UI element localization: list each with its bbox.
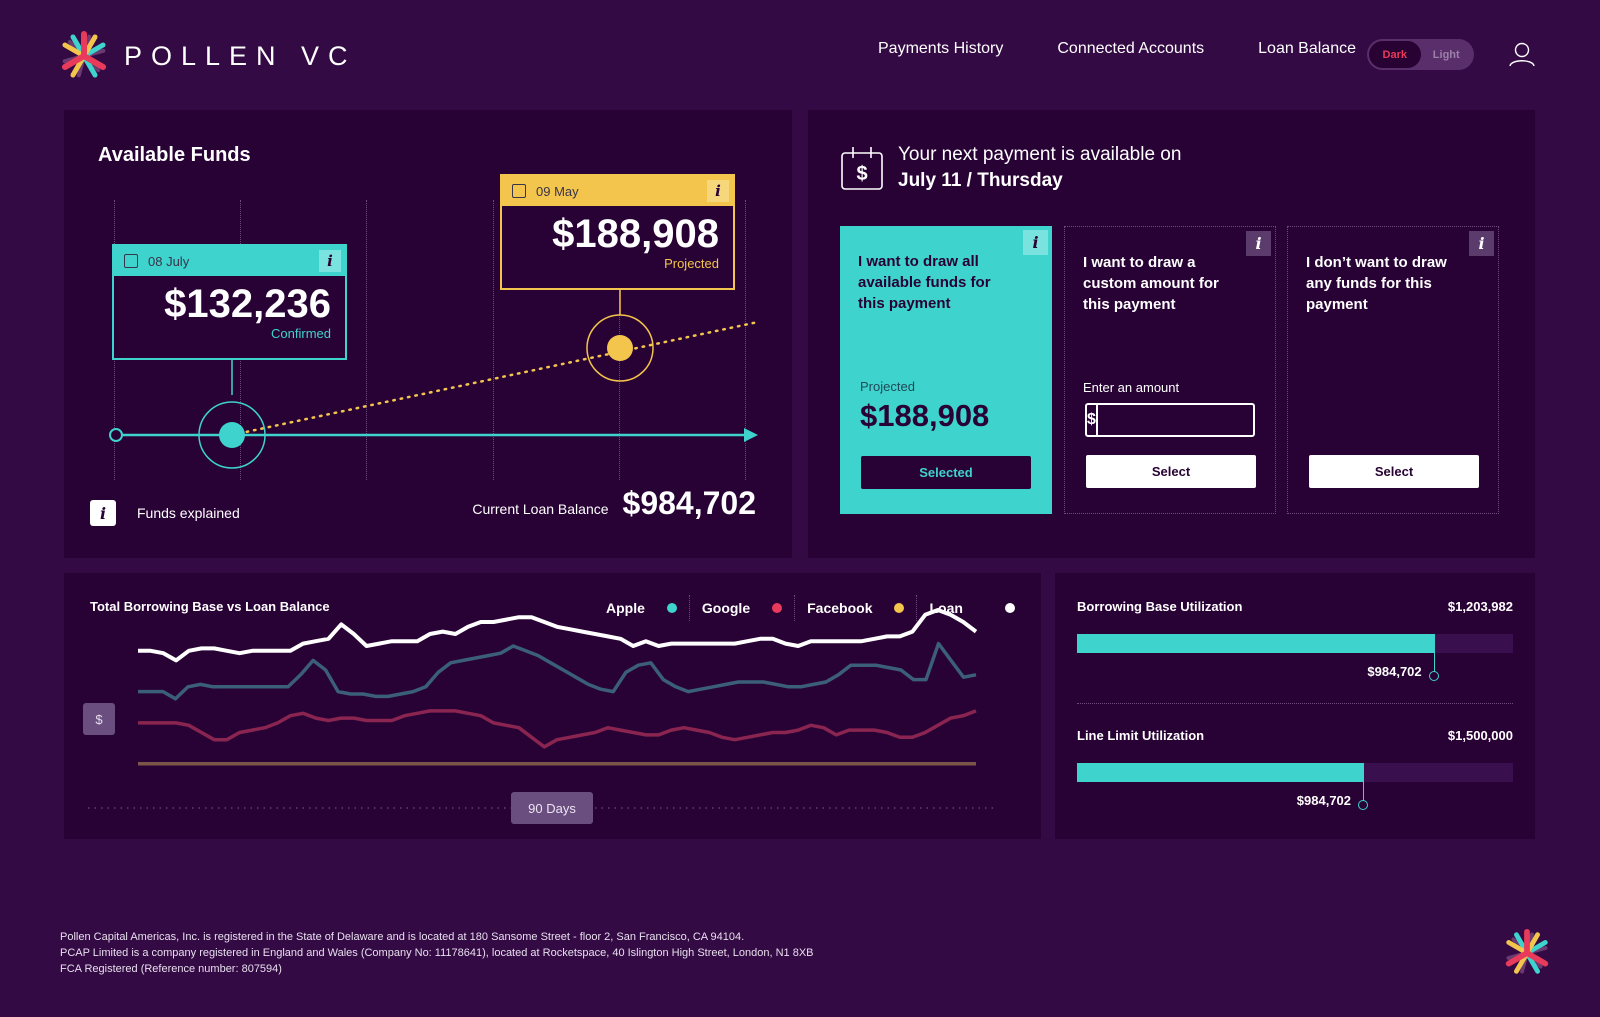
footer-line: FCA Registered (Reference number: 807594… (60, 963, 282, 975)
info-icon[interactable]: i (90, 500, 116, 526)
util-used-value: $984,702 (1367, 664, 1422, 679)
util-marker (1358, 763, 1369, 810)
projected-funds-card: 09 May i $188,908 Projected (500, 174, 735, 290)
loan-balance-value: $984,702 (622, 485, 756, 521)
series-line-google (138, 709, 977, 749)
info-icon[interactable]: i (1246, 231, 1271, 256)
brand-logo[interactable]: POLLEN VC (58, 30, 357, 82)
calendar-icon (124, 254, 138, 268)
confirmed-date: 08 July (148, 253, 190, 269)
funds-explained-label[interactable]: Funds explained (137, 505, 240, 521)
info-icon[interactable]: i (1469, 231, 1494, 256)
util-total: $1,203,982 (1447, 599, 1513, 614)
option-custom-amount[interactable]: i I want to draw a custom amount for thi… (1064, 226, 1285, 514)
util-marker (1428, 634, 1439, 681)
line-limit-utilization: Line Limit Utilization $1,500,000 $984,7… (1077, 728, 1513, 810)
confirmed-point (219, 422, 245, 448)
info-icon[interactable]: i (1023, 230, 1048, 255)
footer-line: PCAP Limited is a company registered in … (60, 947, 814, 959)
footer-line: Pollen Capital Americas, Inc. is registe… (60, 931, 745, 943)
current-loan-balance: Current Loan Balance $984,702 (472, 485, 756, 522)
payment-calendar-icon: $ (841, 147, 883, 190)
util-bar-track: $984,702 (1077, 763, 1513, 810)
next-payment-header: $ Your next payment is available on July… (840, 144, 1181, 192)
theme-option-light[interactable]: Light (1421, 41, 1473, 68)
user-icon[interactable] (1508, 40, 1536, 68)
nav-connected-accounts[interactable]: Connected Accounts (1057, 40, 1204, 58)
util-label: Line Limit Utilization (1077, 728, 1205, 743)
util-total: $1,500,000 (1447, 728, 1513, 743)
projected-value: $188,908 (860, 398, 990, 433)
nav-loan-balance[interactable]: Loan Balance (1258, 40, 1356, 58)
currency-symbol: $ (1087, 405, 1098, 435)
next-payment-line1: Your next payment is available on (898, 144, 1182, 165)
calendar-icon (512, 184, 526, 198)
legal-footer: Pollen Capital Americas, Inc. is registe… (60, 929, 814, 977)
pollen-star-logo-icon (61, 31, 107, 78)
option-title: I don’t want to draw any funds for this … (1306, 254, 1447, 313)
timeline-arrow-icon (744, 428, 758, 442)
amount-field[interactable]: $ (1085, 403, 1285, 437)
confirmed-funds-card: 08 July i $132,236 Confirmed (112, 244, 347, 360)
borrowing-base-utilization: Borrowing Base Utilization $1,203,982 $9… (1077, 599, 1513, 681)
series-line-total (138, 608, 978, 663)
util-bar-fill (1077, 763, 1364, 782)
nav-payments-history[interactable]: Payments History (878, 40, 1003, 58)
confirmed-amount: $132,236 (164, 282, 331, 326)
amount-input[interactable] (1097, 405, 1285, 435)
theme-option-dark[interactable]: Dark (1369, 41, 1421, 68)
next-payment-date: July 11 / Thursday (898, 170, 1063, 191)
funds-explained-link[interactable]: i Funds explained (90, 500, 240, 526)
option-title: I want to draw all available funds for t… (858, 253, 991, 312)
utilization-panel: Borrowing Base Utilization $1,203,982 $9… (1055, 573, 1535, 839)
pollen-star-logo-icon (1505, 928, 1549, 974)
divider (1077, 703, 1513, 704)
borrowing-chart-panel: Total Borrowing Base vs Loan Balance App… (64, 573, 1041, 839)
confirmed-status: Confirmed (271, 326, 331, 341)
timeline-start-dot (109, 428, 123, 442)
projected-amount: $188,908 (552, 212, 719, 256)
option-draw-all[interactable]: i I want to draw all available funds for… (840, 226, 1052, 514)
amount-label: Enter an amount (1083, 380, 1180, 395)
util-label: Borrowing Base Utilization (1077, 599, 1243, 614)
util-bar-track: $984,702 (1077, 634, 1513, 681)
info-icon[interactable]: i (707, 180, 729, 202)
available-funds-panel: Available Funds 08 July i $132,236 Confi… (64, 110, 792, 558)
loan-balance-label: Current Loan Balance (472, 501, 609, 517)
util-bar-fill (1077, 634, 1434, 653)
info-icon[interactable]: i (319, 250, 341, 272)
select-no-draw-button[interactable]: Select (1309, 455, 1479, 488)
selected-button[interactable]: Selected (861, 456, 1031, 489)
option-no-draw[interactable]: i I don’t want to draw any funds for thi… (1287, 226, 1499, 514)
projected-status: Projected (664, 256, 719, 271)
option-title: I want to draw a custom amount for this … (1083, 254, 1219, 313)
svg-text:$: $ (856, 163, 867, 185)
projected-date: 09 May (536, 183, 579, 199)
projected-point (607, 335, 633, 361)
projected-label: Projected (860, 379, 915, 394)
select-custom-button[interactable]: Select (1086, 455, 1256, 488)
brand-name: POLLEN VC (124, 40, 357, 71)
next-payment-panel: $ Your next payment is available on July… (808, 110, 1535, 558)
main-nav: Payments History Connected Accounts Loan… (878, 40, 1386, 58)
util-used-value: $984,702 (1296, 793, 1352, 808)
range-90-days-button[interactable]: 90 Days (511, 792, 593, 824)
theme-toggle[interactable]: Dark Light (1367, 39, 1474, 70)
